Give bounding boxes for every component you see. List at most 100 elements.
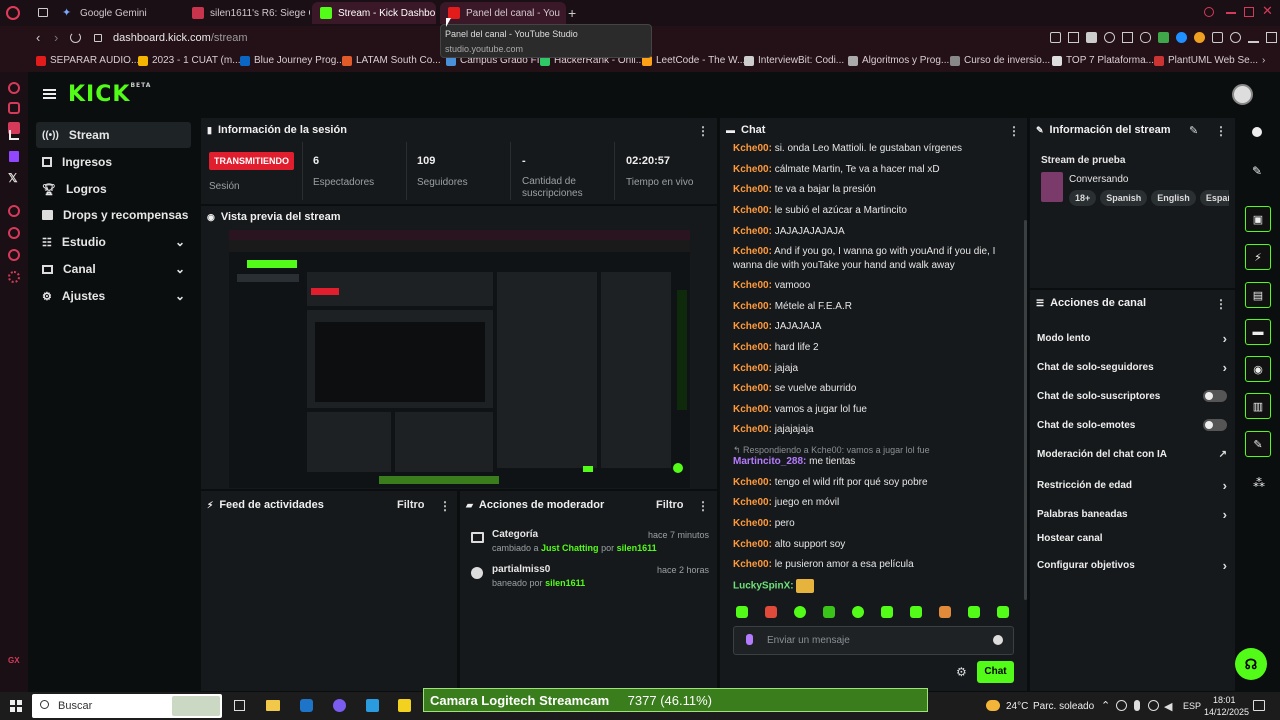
chat-scrollbar[interactable] bbox=[1024, 220, 1027, 600]
app-icon[interactable] bbox=[398, 699, 411, 712]
extension-icon[interactable] bbox=[1212, 32, 1223, 43]
action-set-goals[interactable]: Configurar objetivos › bbox=[1037, 558, 1227, 573]
bookmarks-overflow-icon[interactable]: › bbox=[1262, 55, 1265, 66]
extension-icon[interactable] bbox=[1068, 32, 1079, 43]
kick-rail-icon[interactable] bbox=[9, 130, 19, 140]
chat-tool-icon[interactable]: ▬ bbox=[1245, 319, 1271, 345]
feed-menu-icon[interactable]: ⋮ bbox=[439, 499, 451, 513]
tag[interactable]: Spanish bbox=[1100, 190, 1148, 206]
rail-icon[interactable] bbox=[8, 249, 20, 261]
feed-filter-button[interactable]: Filtro bbox=[397, 499, 425, 511]
nav-logros[interactable]: 🏆︎ Logros bbox=[36, 176, 191, 202]
app-icon[interactable] bbox=[366, 699, 379, 712]
clock-time[interactable]: 18:01 bbox=[1213, 695, 1236, 705]
task-view-icon[interactable] bbox=[234, 700, 245, 711]
clock-date[interactable]: 14/12/2025 bbox=[1204, 707, 1249, 717]
download-icon[interactable] bbox=[1248, 32, 1259, 43]
mod-menu-icon[interactable]: ⋮ bbox=[697, 499, 709, 513]
browser-logo-icon[interactable] bbox=[6, 6, 20, 20]
tab-kick-dashboard[interactable]: Stream - Kick Dashbo bbox=[312, 2, 436, 24]
action-host-channel[interactable]: Hostear canal bbox=[1037, 533, 1227, 544]
emote-icon[interactable] bbox=[823, 606, 835, 618]
new-tab-icon[interactable]: + bbox=[568, 5, 576, 21]
tag[interactable]: English bbox=[1151, 190, 1196, 206]
action-banned-words[interactable]: Palabras baneadas › bbox=[1037, 507, 1227, 522]
tab-google-gemini[interactable]: ✦ Google Gemini bbox=[54, 2, 184, 24]
stream-preview-video[interactable] bbox=[229, 230, 690, 488]
emoji-picker-icon[interactable] bbox=[993, 635, 1003, 645]
bookmark[interactable]: SEPARAR AUDIO... bbox=[36, 55, 139, 66]
maximize-icon[interactable] bbox=[1244, 7, 1254, 17]
nav-ajustes[interactable]: ⚙︎ Ajustes ⌄ bbox=[36, 283, 191, 309]
rail-icon[interactable] bbox=[8, 227, 20, 239]
url-field[interactable]: dashboard.kick.com/stream bbox=[113, 32, 248, 44]
microphone-icon[interactable] bbox=[746, 634, 753, 645]
subscribers-only-toggle[interactable] bbox=[1203, 390, 1227, 402]
chat-menu-icon[interactable]: ⋮ bbox=[1008, 124, 1020, 138]
layout-tool-icon[interactable]: ▥ bbox=[1245, 393, 1271, 419]
tray-overflow-icon[interactable]: ⌃ bbox=[1101, 699, 1110, 712]
tag[interactable]: 18+ bbox=[1069, 190, 1097, 206]
lightning-tool-icon[interactable]: ⚡︎ bbox=[1245, 244, 1271, 270]
chat-send-button[interactable]: Chat bbox=[977, 661, 1014, 683]
emote-icon[interactable] bbox=[765, 606, 777, 618]
settings-rail-icon[interactable] bbox=[8, 271, 20, 283]
wrench-tool-icon[interactable]: ✎ bbox=[1245, 431, 1271, 457]
extension-icon[interactable] bbox=[1230, 32, 1241, 43]
extension-icon[interactable] bbox=[1176, 32, 1187, 43]
emotes-only-toggle[interactable] bbox=[1203, 419, 1227, 431]
action-ai-moderation[interactable]: Moderación del chat con IA ↗ bbox=[1037, 449, 1227, 460]
microphone-tray-icon[interactable] bbox=[1134, 700, 1140, 711]
volume-icon[interactable]: ◀ bbox=[1164, 700, 1172, 713]
nav-stream[interactable]: ((•)) Stream bbox=[36, 122, 191, 148]
action-followers-only[interactable]: Chat de solo-seguidores › bbox=[1037, 360, 1227, 375]
notifications-icon[interactable] bbox=[1253, 700, 1265, 711]
bookmark[interactable]: Curso de inversio... bbox=[950, 55, 1050, 66]
bookmark[interactable]: 2023 - 1 CUAT (m... bbox=[138, 55, 241, 66]
tab-overview-icon[interactable] bbox=[38, 8, 48, 17]
tray-icon[interactable] bbox=[1116, 700, 1127, 711]
extension-icon[interactable] bbox=[1104, 32, 1115, 43]
bookmark[interactable]: LATAM South Co... bbox=[342, 55, 441, 66]
instagram-icon[interactable] bbox=[8, 102, 20, 114]
chat-input[interactable]: Enviar un mensaje bbox=[733, 626, 1014, 655]
notes-tool-icon[interactable]: ▤ bbox=[1245, 282, 1271, 308]
bookmark[interactable]: LeetCode - The W... bbox=[642, 55, 745, 66]
emote-icon[interactable] bbox=[881, 606, 893, 618]
tab-youtube-studio[interactable]: Panel del canal - You ✕ bbox=[440, 2, 566, 24]
extension-icon[interactable] bbox=[1140, 32, 1151, 43]
sidebar-icon[interactable] bbox=[1266, 32, 1277, 43]
chat-settings-icon[interactable]: ⚙︎ bbox=[956, 665, 967, 679]
action-slow-mode[interactable]: Modo lento › bbox=[1037, 331, 1227, 346]
windows-start-icon[interactable] bbox=[10, 700, 22, 712]
emote-icon[interactable] bbox=[997, 606, 1009, 618]
category-name[interactable]: Conversando bbox=[1069, 174, 1128, 185]
stream-info-menu-icon[interactable]: ⋮ bbox=[1215, 124, 1227, 138]
info-button-icon[interactable] bbox=[1252, 127, 1262, 137]
mod-filter-button[interactable]: Filtro bbox=[656, 499, 684, 511]
channel-actions-menu-icon[interactable]: ⋮ bbox=[1215, 297, 1227, 311]
camera-tool-icon[interactable]: ▣ bbox=[1245, 206, 1271, 232]
reload-icon[interactable] bbox=[70, 32, 81, 43]
bookmark[interactable]: Algoritmos y Prog... bbox=[848, 55, 949, 66]
extension-icon[interactable] bbox=[1158, 32, 1169, 43]
forward-icon[interactable]: › bbox=[54, 30, 58, 45]
back-icon[interactable]: ‹ bbox=[36, 30, 40, 45]
emote-icon[interactable] bbox=[910, 606, 922, 618]
support-chat-icon[interactable]: ☊ bbox=[1235, 648, 1267, 680]
pencil-icon[interactable]: ✎ bbox=[1252, 164, 1262, 178]
nav-estudio[interactable]: ☷ Estudio ⌄ bbox=[36, 229, 191, 255]
extension-icon[interactable] bbox=[1086, 32, 1097, 43]
emote-icon[interactable] bbox=[852, 606, 864, 618]
nav-ingresos[interactable]: Ingresos bbox=[36, 149, 191, 175]
extensions-tool-icon[interactable]: ⁂ bbox=[1253, 476, 1265, 490]
taskbar-search[interactable]: Buscar bbox=[32, 694, 222, 718]
messenger-icon[interactable] bbox=[8, 82, 20, 94]
hamburger-menu-icon[interactable] bbox=[43, 89, 56, 99]
tray-icon[interactable] bbox=[1148, 700, 1159, 711]
emote-icon[interactable] bbox=[968, 606, 980, 618]
action-age-restriction[interactable]: Restricción de edad › bbox=[1037, 478, 1227, 493]
emote-icon[interactable] bbox=[736, 606, 748, 618]
weather-icon[interactable] bbox=[986, 700, 1000, 711]
file-explorer-icon[interactable] bbox=[266, 700, 280, 711]
